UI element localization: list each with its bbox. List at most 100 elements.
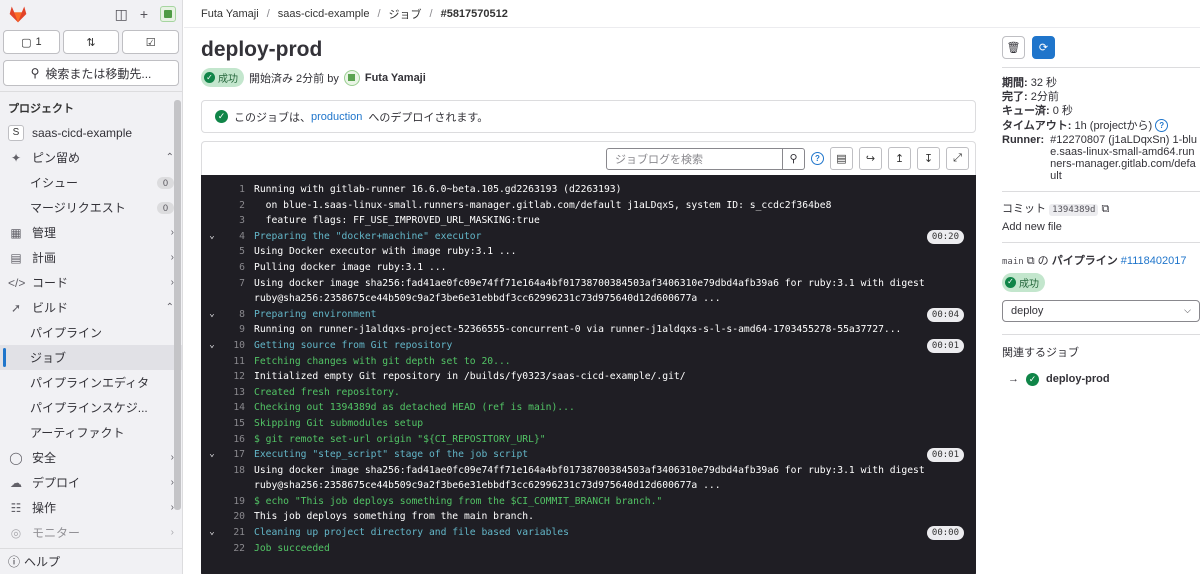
status-badge[interactable]: ✓ 成功 [201,68,244,87]
merge-requests-button[interactable]: ⇅ [62,30,120,54]
breadcrumb-jobs[interactable]: ジョブ [389,6,422,22]
avatar[interactable] [343,69,360,86]
sidebar-item-secure[interactable]: ◯ 安全 › [0,445,182,470]
search-button[interactable]: ⚲ 検索または移動先... [3,60,179,86]
user-name[interactable]: Futa Yamaji [365,72,426,84]
wrap-toggle-button[interactable]: ↪ [859,147,882,170]
sidebar-item-pipelines[interactable]: パイプライン [0,320,182,345]
log-section-header[interactable]: ⌄ 17 Executing "step_script" stage of the … [201,447,976,463]
gitlab-logo-icon[interactable] [8,4,28,24]
line-number[interactable]: 14 [223,400,245,416]
environment-link[interactable]: production [311,111,362,123]
log-section-header[interactable]: ⌄ 8 Preparing environment 00:04 [201,307,976,323]
line-number[interactable]: 2 [223,198,245,214]
fullscreen-button[interactable]: ⤢ [946,147,969,170]
line-number[interactable]: 12 [223,369,245,385]
breadcrumb-project[interactable]: saas-cicd-example [278,8,370,20]
chevron-down-icon[interactable]: ⌄ [201,338,223,354]
retry-button[interactable]: ⟳ [1032,36,1055,59]
line-number[interactable]: 3 [223,213,245,229]
line-number[interactable]: 9 [223,322,245,338]
log-search-input[interactable]: ジョブログを検索 [606,147,783,170]
related-jobs-title: 関連するジョブ [1002,346,1079,359]
breadcrumb-user[interactable]: Futa Yamaji [201,8,259,20]
sidebar-item-deploy[interactable]: ☁ デプロイ › [0,470,182,495]
sidebar-item-manage[interactable]: ▦ 管理 › [0,220,182,245]
commit-sha[interactable]: 1394389d [1049,203,1099,216]
sidebar-item-pipeline-schedules[interactable]: パイプラインスケジ... [0,395,182,420]
breadcrumb-separator: / [429,7,433,20]
line-number[interactable]: 21 [223,525,245,541]
line-number[interactable]: 16 [223,432,245,448]
sidebar-item-artifacts[interactable]: アーティファクト [0,420,182,445]
sidebar-item-monitor[interactable]: ◎ モニター › [0,520,182,545]
sidebar-item-label: ジョブ [30,351,67,365]
sidebar-item-operate[interactable]: ☷ 操作 › [0,495,182,520]
chevron-down-icon[interactable]: ⌄ [201,447,223,463]
line-number[interactable]: 8 [223,307,245,323]
sidebar-item-label: 操作 [32,501,57,515]
line-number[interactable]: 5 [223,244,245,260]
sidebar-item-build[interactable]: ➚ ビルド ⌃ [0,295,182,320]
sidebar-scrollbar[interactable] [174,100,181,510]
sidebar-item-pipeline-editor[interactable]: パイプラインエディタ [0,370,182,395]
sidebar-project[interactable]: S saas-cicd-example [0,120,182,145]
issues-counter-button[interactable]: ▢ 1 [3,30,60,54]
runner-label: Runner: [1002,133,1045,146]
pipeline-link[interactable]: #1118402017 [1121,255,1187,267]
duration-badge: 00:01 [926,338,964,353]
user-avatar[interactable] [160,6,176,22]
line-number[interactable]: 13 [223,385,245,401]
copy-icon[interactable]: ⧉ [1027,255,1035,267]
breadcrumb-job-id[interactable]: #5817570512 [441,8,508,20]
line-number[interactable]: 7 [223,276,245,307]
chevron-down-icon[interactable]: ⌄ [201,525,223,541]
divider [1002,333,1200,335]
line-number[interactable]: 6 [223,260,245,276]
sidebar-item-label: アーティファクト [30,426,125,440]
log-search-button[interactable]: ⚲ [783,147,805,170]
line-number[interactable]: 10 [223,338,245,354]
sidebar-item-jobs[interactable]: ジョブ [0,345,182,370]
sidebar-toggle-icon[interactable]: ◫ [115,7,128,21]
stage-select[interactable]: deploy ⌵ [1002,299,1200,322]
sidebar-item-pinned[interactable]: ✦ ピン留め ⌃ [0,145,182,170]
help-icon[interactable]: ? [1155,119,1169,133]
erase-button[interactable]: 🗑 [1002,36,1025,59]
chevron-down-icon[interactable]: ⌄ [201,307,223,323]
line-number[interactable]: 11 [223,354,245,370]
line-number[interactable]: 19 [223,494,245,510]
log-text: Skipping Git submodules setup [254,417,424,429]
log-section-header[interactable]: ⌄ 10 Getting source from Git repository 00:… [201,338,976,354]
scroll-top-button[interactable]: ↥ [888,147,911,170]
line-number[interactable]: 22 [223,541,245,557]
log-gutter [201,276,223,307]
job-log[interactable]: 1 Running with gitlab-runner 16.6.0~beta.… [201,175,976,574]
sidebar-item-plan[interactable]: ▤ 計画 › [0,245,182,270]
log-section-header[interactable]: ⌄ 4 Preparing the "docker+machine" executo… [201,229,976,245]
sidebar-item-code[interactable]: </> コード › [0,270,182,295]
queued-row: キュー済: 0 秒 [1002,104,1200,118]
line-number[interactable]: 15 [223,416,245,432]
help-icon[interactable]: ? [811,152,824,165]
line-number[interactable]: 17 [223,447,245,463]
sidebar-item-merge-requests[interactable]: マージリクエスト 0 [0,195,182,220]
line-number[interactable]: 18 [223,463,245,494]
log-section-header[interactable]: ⌄ 21 Cleaning up project directory and fil… [201,525,976,541]
raw-log-button[interactable]: ▤ [830,147,853,170]
sidebar-item-label: コード [32,276,69,290]
plus-icon[interactable]: + [140,7,148,21]
copy-icon[interactable]: ⧉ [1101,203,1109,215]
chevron-down-icon[interactable]: ⌄ [201,229,223,245]
sidebar-item-issues[interactable]: イシュー 0 [0,170,182,195]
pipeline-status-badge[interactable]: ✓ 成功 [1002,272,1045,292]
line-number[interactable]: 4 [223,229,245,245]
help-button[interactable]: ⓘ ヘルプ [0,548,182,574]
line-number[interactable]: 20 [223,509,245,525]
related-job[interactable]: → ✓ deploy-prod [1002,372,1200,386]
log-gutter [201,385,223,401]
scroll-bottom-button[interactable]: ↧ [917,147,940,170]
line-number[interactable]: 1 [223,182,245,198]
todo-button[interactable]: ☑ [122,30,180,54]
branch-name[interactable]: main [1002,257,1024,267]
